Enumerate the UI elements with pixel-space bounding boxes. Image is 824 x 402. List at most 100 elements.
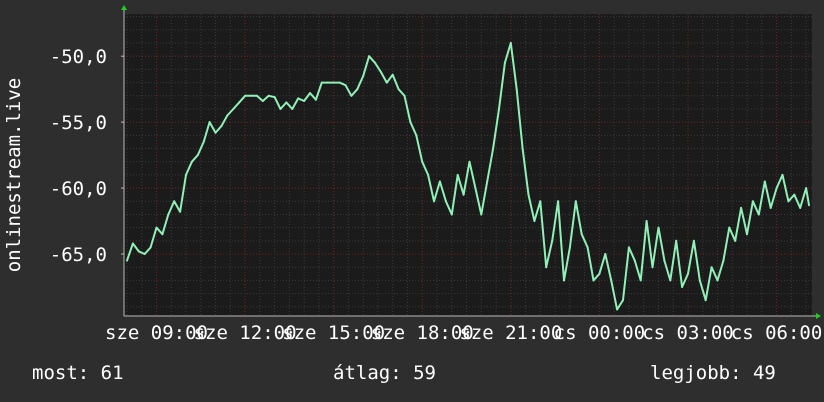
data-point: [167, 213, 170, 216]
data-point: [208, 121, 211, 124]
data-point: [746, 233, 748, 236]
data-point: [350, 94, 353, 97]
data-point: [527, 193, 530, 196]
data-point: [415, 134, 418, 137]
data-point: [808, 204, 810, 207]
data-point: [734, 239, 737, 242]
x-tick-label: cs 00:00: [554, 322, 646, 344]
x-tick-label: cs 06:00: [731, 322, 823, 344]
data-point: [515, 88, 518, 91]
data-point: [740, 206, 743, 209]
data-point: [598, 272, 601, 275]
data-point: [757, 213, 760, 216]
data-point: [492, 147, 495, 150]
data-point: [498, 108, 500, 110]
data-point: [297, 97, 300, 100]
y-tick-labels: -65,0 -60,0 -55,0 -50,0: [50, 46, 107, 266]
data-point: [185, 173, 187, 176]
data-point: [539, 200, 542, 203]
x-tick-label: sze 12:00: [194, 322, 297, 344]
data-point: [379, 71, 382, 73]
data-point: [616, 308, 619, 311]
data-point: [468, 160, 471, 163]
data-point: [179, 210, 182, 213]
data-point: [763, 180, 766, 183]
data-point: [509, 42, 512, 44]
data-point: [704, 299, 707, 302]
data-point: [592, 279, 595, 282]
y-tick-label: -55,0: [50, 112, 107, 134]
data-point: [255, 94, 258, 97]
data-point: [669, 279, 672, 282]
data-point: [793, 193, 796, 196]
data-point: [769, 206, 772, 209]
chart-panel: -65,0 -60,0 -55,0 -50,0 sze 09:00 sze 12:00 s…: [0, 0, 824, 402]
data-point: [563, 279, 565, 282]
data-point: [391, 73, 394, 76]
data-point: [503, 61, 506, 64]
data-point: [131, 242, 134, 245]
data-point: [781, 173, 784, 176]
data-point: [692, 239, 695, 242]
data-point: [126, 259, 128, 262]
data-point: [244, 94, 247, 97]
x-tick-label: sze 21:00: [459, 322, 562, 344]
data-point: [374, 61, 376, 64]
data-point: [261, 100, 264, 102]
data-point: [421, 160, 424, 163]
data-point: [545, 266, 548, 269]
x-tick-label: sze 09:00: [105, 322, 208, 344]
data-point: [356, 88, 359, 91]
data-point: [161, 233, 164, 236]
data-point: [722, 259, 725, 262]
x-tick-label: cs 03:00: [642, 322, 734, 344]
data-point: [462, 193, 465, 196]
data-point: [450, 213, 453, 216]
data-point: [397, 88, 400, 91]
data-point: [226, 114, 229, 117]
data-point: [344, 84, 347, 87]
data-point: [285, 101, 288, 104]
data-point: [368, 55, 371, 58]
data-point: [580, 233, 583, 236]
data-point: [728, 226, 731, 229]
data-point: [486, 180, 489, 183]
data-point: [633, 259, 636, 262]
data-point: [557, 200, 560, 203]
data-point: [385, 81, 388, 84]
data-point: [362, 75, 365, 77]
data-point: [291, 108, 294, 110]
data-point: [320, 81, 323, 84]
data-point: [698, 279, 701, 282]
data-point: [645, 220, 648, 222]
data-point: [409, 121, 412, 124]
data-point: [438, 180, 441, 183]
x-tick-labels: sze 09:00sze 12:00sze 15:00sze 18:00sze …: [105, 322, 822, 344]
y-tick-label: -65,0: [50, 244, 107, 266]
data-point: [675, 239, 678, 242]
data-point: [716, 279, 719, 282]
data-point: [433, 200, 435, 203]
data-point: [155, 226, 158, 229]
data-point: [444, 200, 447, 203]
data-point: [427, 173, 430, 176]
data-point: [657, 226, 660, 229]
data-point: [751, 200, 754, 203]
data-point: [173, 200, 176, 203]
data-point: [314, 98, 317, 101]
data-point: [149, 246, 152, 249]
data-point: [533, 220, 536, 222]
data-point: [332, 81, 335, 84]
data-point: [521, 147, 524, 150]
y-axis-label: onlinestream.live: [3, 78, 25, 272]
data-point: [787, 200, 790, 203]
x-tick-label: sze 15:00: [282, 322, 385, 344]
data-point: [202, 140, 205, 143]
data-point: [326, 81, 329, 84]
stat-current: most: 61: [32, 362, 124, 384]
data-point: [627, 246, 630, 249]
line-chart: -65,0-60,0-55,0-50,0 sze 09:00sze 12:00s…: [3, 5, 822, 344]
x-axis-arrow: [816, 313, 821, 319]
data-point: [586, 246, 589, 249]
data-point: [551, 239, 554, 242]
